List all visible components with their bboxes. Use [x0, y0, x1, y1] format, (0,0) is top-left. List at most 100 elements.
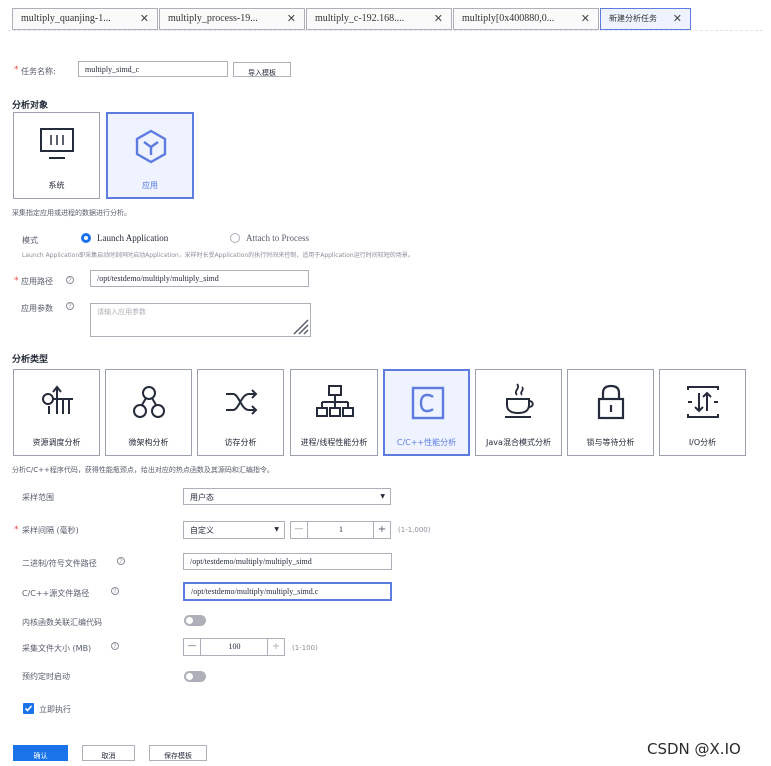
toggle-knob	[186, 673, 193, 680]
java-icon	[505, 383, 534, 418]
tab-multiply-quanjing[interactable]: multiply_quanjing-1... ✕	[12, 8, 158, 30]
help-icon[interactable]: ?	[111, 642, 119, 650]
scheduled-start-toggle[interactable]	[184, 671, 206, 682]
type-card-label: C/C++性能分析	[396, 438, 457, 447]
process-thread-icon	[316, 385, 354, 417]
decrement-button[interactable]: —	[184, 639, 201, 655]
check-icon	[24, 705, 33, 712]
required-mark: *	[14, 65, 19, 75]
sample-interval-range-hint: (1-1,000)	[398, 526, 431, 534]
execute-now-label: 立即执行	[39, 705, 71, 714]
help-icon[interactable]: ?	[66, 276, 74, 284]
caret-down-icon: ▼	[380, 493, 385, 500]
file-size-range-hint: (1-100)	[292, 644, 318, 652]
inline-asm-label: 内核函数关联汇编代码	[22, 618, 102, 627]
analysis-type-description: 分析C/C++程序代码，获得性能瓶颈点，给出对应的热点函数及其源码和汇编指令。	[12, 466, 274, 474]
type-card-java-mixed[interactable]: Java混合模式分析	[475, 369, 562, 456]
sample-range-value: 用户态	[190, 493, 214, 502]
type-card-lock-wait[interactable]: 锁与等待分析	[567, 369, 654, 456]
type-card-label: I/O分析	[688, 438, 717, 447]
sample-range-label: 采样范围	[22, 493, 54, 502]
close-icon[interactable]: ✕	[140, 12, 149, 25]
analysis-type-title: 分析类型	[12, 355, 49, 365]
decrement-button[interactable]: —	[291, 522, 308, 538]
file-size-value[interactable]: 100	[201, 642, 268, 651]
sample-interval-mode-select[interactable]: 自定义 ▼	[183, 521, 285, 539]
watermark-text: CSDN @X.IO	[647, 740, 741, 758]
save-template-button[interactable]: 保存模板	[149, 745, 207, 761]
close-icon[interactable]: ✕	[287, 12, 296, 25]
app-params-label: 应用参数	[21, 304, 53, 313]
execute-now-checkbox[interactable]	[23, 703, 34, 714]
type-card-microarch[interactable]: 微架构分析	[105, 369, 192, 456]
binary-path-input[interactable]: /opt/testdemo/multiply/multiply_simd	[183, 553, 392, 570]
tab-label: multiply_c-192.168....	[315, 13, 405, 24]
type-card-label: 访存分析	[224, 438, 257, 447]
sample-interval-value[interactable]: 1	[308, 525, 374, 534]
help-icon[interactable]: ?	[117, 557, 125, 565]
caret-down-icon: ▼	[274, 526, 279, 533]
cube-icon	[135, 129, 167, 164]
type-card-label: 微架构分析	[128, 438, 169, 447]
type-card-resource-schedule[interactable]: 资源调度分析	[13, 369, 100, 456]
task-name-label: 任务名称:	[21, 67, 56, 76]
file-size-stepper[interactable]: — 100 +	[183, 638, 285, 656]
resize-handle-icon[interactable]	[292, 318, 309, 335]
scheduled-start-label: 预约定时启动	[22, 672, 70, 681]
object-card-label: 应用	[142, 181, 158, 190]
help-icon[interactable]: ?	[111, 587, 119, 595]
help-icon[interactable]: ?	[66, 302, 74, 310]
task-name-input[interactable]: multiply_simd_c	[78, 61, 228, 77]
tab-multiply-address[interactable]: multiply[0x400880,0... ✕	[453, 8, 599, 30]
object-card-label: 系统	[48, 181, 65, 190]
type-card-memory-access[interactable]: 访存分析	[197, 369, 284, 456]
object-card-system[interactable]: 系统	[13, 112, 100, 199]
increment-button[interactable]: +	[373, 522, 390, 538]
tab-multiply-process[interactable]: multiply_process-19... ✕	[159, 8, 305, 30]
binary-path-label: 二进制/符号文件路径	[22, 559, 97, 568]
resource-schedule-icon	[42, 385, 73, 414]
object-card-application[interactable]: 应用	[106, 112, 194, 199]
sample-interval-stepper[interactable]: — 1 +	[290, 521, 391, 539]
app-params-textarea[interactable]: 请输入应用参数	[90, 303, 311, 337]
file-size-label: 采集文件大小 (MB)	[22, 644, 92, 653]
tab-new-analysis-task[interactable]: 新建分析任务 ✕	[600, 8, 691, 30]
inline-asm-toggle[interactable]	[184, 615, 206, 626]
c-language-icon	[411, 386, 445, 420]
import-template-button[interactable]: 导入模板	[233, 62, 291, 77]
increment-button[interactable]: +	[267, 639, 284, 655]
sample-range-select[interactable]: 用户态 ▼	[183, 488, 391, 505]
monitor-icon	[40, 128, 74, 159]
app-path-input[interactable]: /opt/testdemo/multiply/multiply_simd	[90, 270, 309, 287]
tab-label: multiply[0x400880,0...	[462, 13, 555, 24]
confirm-button[interactable]: 确认	[13, 745, 68, 761]
type-card-process-thread[interactable]: 进程/线程性能分析	[290, 369, 378, 456]
tab-multiply-c[interactable]: multiply_c-192.168.... ✕	[306, 8, 452, 30]
sample-interval-label: 采样间隔 (毫秒)	[22, 526, 79, 535]
close-icon[interactable]: ✕	[673, 12, 682, 25]
type-card-io[interactable]: I/O分析	[659, 369, 746, 456]
radio-launch-application-label: Launch Application	[97, 233, 169, 243]
memory-access-icon	[226, 389, 258, 415]
tab-label: 新建分析任务	[609, 14, 657, 23]
source-path-input[interactable]: /opt/testdemo/multiply/multiply_simd.c	[183, 582, 392, 601]
mode-note: Launch Application即采集启动时刻同时启动Application…	[22, 252, 414, 259]
type-card-label: Java混合模式分析	[486, 438, 551, 447]
required-mark: *	[14, 276, 19, 286]
type-card-c-cpp[interactable]: C/C++性能分析	[383, 369, 470, 456]
radio-launch-application[interactable]	[81, 233, 91, 243]
cancel-button[interactable]: 取消	[82, 745, 135, 761]
tab-label: multiply_process-19...	[168, 13, 258, 24]
radio-attach-to-process-label: Attach to Process	[246, 233, 309, 243]
close-icon[interactable]: ✕	[581, 12, 590, 25]
radio-attach-to-process[interactable]	[230, 233, 240, 243]
tab-divider	[8, 30, 763, 31]
lock-icon	[597, 384, 625, 420]
app-path-label: 应用路径	[21, 277, 53, 286]
type-card-label: 锁与等待分析	[586, 438, 635, 447]
toggle-knob	[186, 617, 193, 624]
close-icon[interactable]: ✕	[434, 12, 443, 25]
type-card-label: 进程/线程性能分析	[300, 438, 368, 447]
analysis-object-title: 分析对象	[12, 101, 49, 111]
required-mark: *	[14, 525, 19, 535]
